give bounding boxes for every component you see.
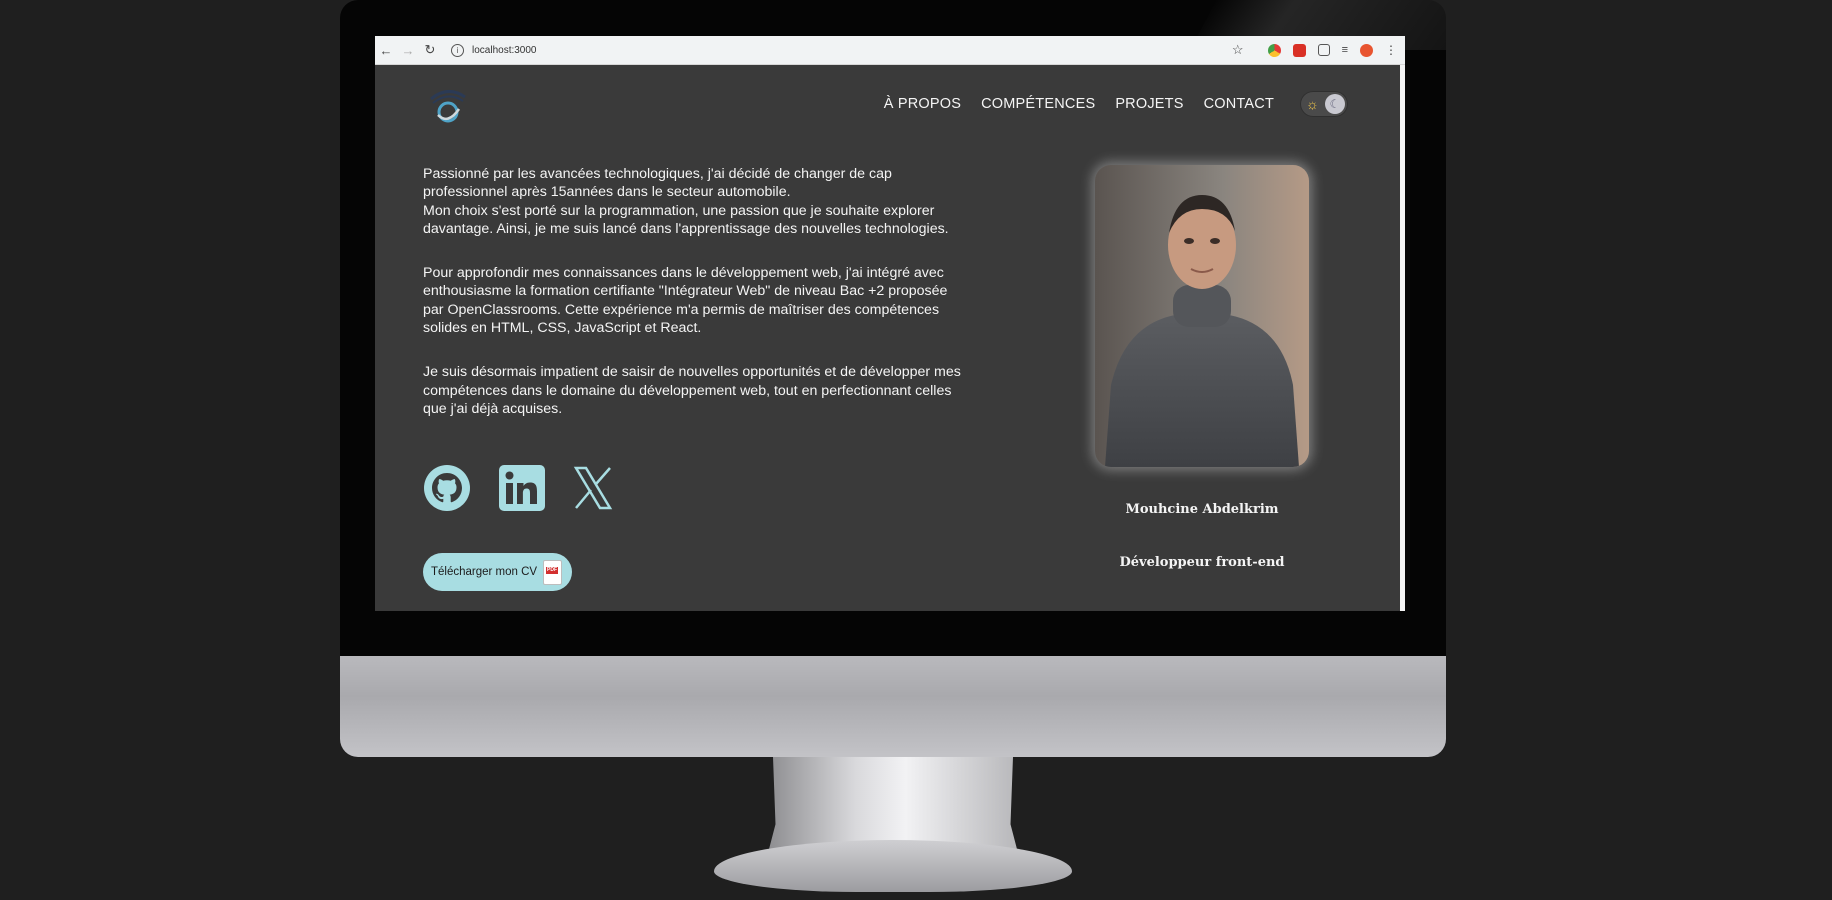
reading-list-icon[interactable]: ≡ [1342,44,1348,56]
profile-name: Mouhcine Abdelkrim [1125,502,1279,517]
about-text: Passionné par les avancées technologique… [423,165,963,444]
profile-avatar-icon[interactable] [1360,43,1373,57]
info-icon[interactable]: i [451,43,464,57]
profile-portrait-image [1095,165,1309,467]
main-nav: À PROPOS COMPÉTENCES PROJETS CONTACT ☼ ☾ [884,91,1348,117]
download-cv-button[interactable]: Télécharger mon CV PDF [423,553,572,591]
star-icon[interactable]: ☆ [1232,42,1244,58]
download-cv-label: Télécharger mon CV [431,566,538,578]
scrollbar[interactable] [1400,65,1405,611]
social-links [423,464,613,517]
nav-item-contact[interactable]: CONTACT [1204,96,1274,112]
site-logo[interactable] [425,85,471,125]
about-paragraph-1: Passionné par les avancées technologique… [423,166,949,237]
nav-item-a-propos[interactable]: À PROPOS [884,96,961,112]
extension-red-icon[interactable] [1292,43,1306,57]
toggle-knob: ☾ [1325,94,1345,114]
profile-role: Développeur front-end [1119,555,1285,570]
kebab-menu-icon[interactable]: ⋮ [1385,43,1397,57]
reload-icon[interactable]: ↻ [419,39,441,61]
arrow-right-icon[interactable]: → [397,39,419,61]
theme-toggle[interactable]: ☼ ☾ [1300,91,1348,117]
extensions-puzzle-icon[interactable] [1317,44,1330,56]
logo-icon [430,90,466,123]
nav-item-projets[interactable]: PROJETS [1115,96,1183,112]
moon-icon: ☾ [1329,97,1341,111]
pdf-icon: PDF [543,560,562,585]
browser-window: ← → ↻ i localhost:3000 ☆ ≡ ⋮ À PROPOS CO… [375,36,1405,611]
address-bar[interactable]: i localhost:3000 [447,40,1232,60]
linkedin-icon[interactable] [498,464,546,517]
github-icon[interactable] [423,464,471,517]
profile-photo [1095,165,1309,467]
x-icon[interactable] [573,464,613,517]
about-paragraph-3: Je suis désormais impatient de saisir de… [423,364,961,417]
monitor-chin [340,656,1446,757]
browser-toolbar: ← → ↻ i localhost:3000 ☆ ≡ ⋮ [375,36,1405,65]
url-text: localhost:3000 [472,44,537,56]
sun-icon: ☼ [1306,96,1320,112]
portfolio-page: À PROPOS COMPÉTENCES PROJETS CONTACT ☼ ☾… [375,65,1400,611]
arrow-left-icon[interactable]: ← [375,39,397,61]
nav-item-competences[interactable]: COMPÉTENCES [981,96,1095,112]
monitor-stand [768,757,1018,853]
about-paragraph-2: Pour approfondir mes connaissances dans … [423,265,948,337]
extension-color-icon[interactable] [1267,43,1281,57]
monitor-stand-foot [714,840,1072,892]
pdf-icon-label: PDF [546,567,558,574]
